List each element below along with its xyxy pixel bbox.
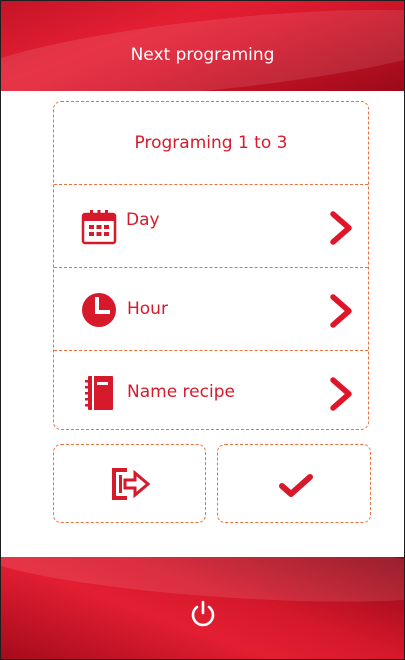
power-icon[interactable] — [189, 600, 217, 628]
hour-label: Hour — [127, 299, 168, 319]
day-label: Day — [126, 210, 160, 230]
chevron-right-icon[interactable] — [328, 211, 354, 245]
calendar-icon — [81, 210, 117, 245]
header-bar: Next programing — [1, 1, 404, 91]
name-recipe-row[interactable]: Name recipe — [54, 351, 368, 434]
hour-row[interactable]: Hour — [54, 268, 368, 351]
checkmark-icon — [279, 474, 313, 497]
recipe-book-icon — [85, 376, 113, 410]
clock-icon — [82, 293, 116, 327]
exit-icon — [112, 468, 151, 500]
chevron-right-icon[interactable] — [328, 294, 354, 328]
name-recipe-label: Name recipe — [127, 382, 235, 402]
app-window: Next programing Programing 1 to 3 Day Ho… — [0, 0, 405, 660]
programming-title: Programing 1 to 3 — [134, 133, 288, 153]
page-title: Next programing — [130, 45, 275, 65]
exit-button[interactable] — [53, 444, 206, 523]
chevron-right-icon[interactable] — [328, 377, 354, 411]
confirm-button[interactable] — [217, 444, 371, 523]
programming-title-row: Programing 1 to 3 — [54, 102, 368, 185]
day-row[interactable]: Day — [54, 185, 368, 268]
programming-panel: Programing 1 to 3 Day Hour Name recipe — [53, 101, 369, 430]
footer-bar — [1, 557, 404, 659]
